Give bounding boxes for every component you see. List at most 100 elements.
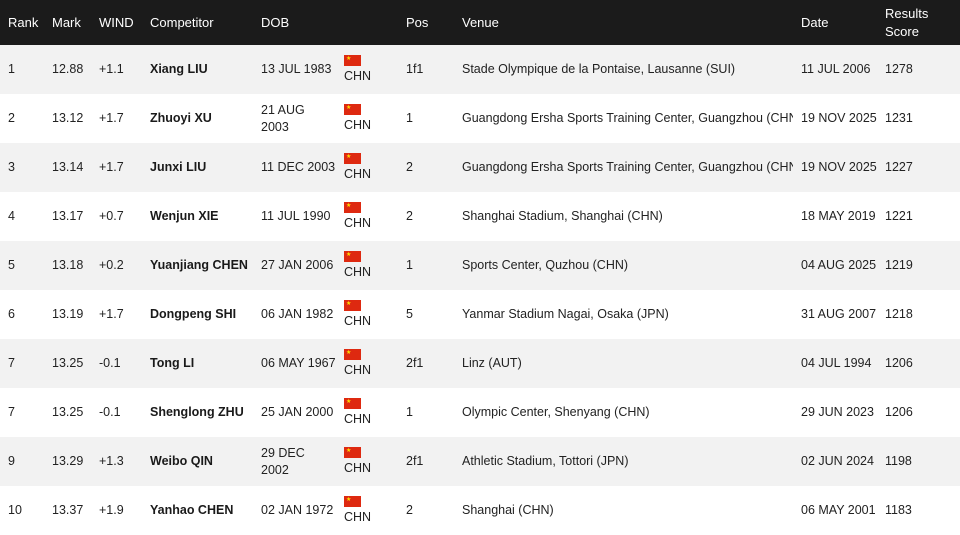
mark-cell: 13.17 [52, 209, 84, 223]
table-header-row: Rank Mark WIND Competitor DOB Pos Venue … [0, 0, 960, 45]
venue-cell: Guangdong Ersha Sports Training Center, … [462, 160, 793, 174]
pos-cell: 1 [406, 258, 413, 272]
score-cell: 1278 [885, 62, 913, 76]
table-row[interactable]: 4 13.17 +0.7 Wenjun XIE 11 JUL 1990 CHN … [0, 192, 960, 241]
nationality-cell: CHN [336, 94, 398, 143]
header-venue[interactable]: Venue [454, 0, 793, 45]
venue-cell: Athletic Stadium, Tottori (JPN) [462, 454, 629, 468]
mark-cell: 13.12 [52, 111, 84, 125]
venue-cell: Linz (AUT) [462, 356, 522, 370]
dob-cell: 06 JAN 1982 [261, 307, 334, 321]
dob-cell: 13 JUL 1983 [261, 62, 332, 76]
table-row[interactable]: 1 12.88 +1.1 Xiang LIU 13 JUL 1983 CHN 1… [0, 45, 960, 94]
table-row[interactable]: 2 13.12 +1.7 Zhuoyi XU 21 AUG 2003 CHN 1… [0, 94, 960, 143]
competitor-link[interactable]: Shenglong ZHU [142, 388, 253, 437]
score-cell: 1218 [885, 307, 913, 321]
competitor-link[interactable]: Wenjun XIE [142, 192, 253, 241]
header-competitor[interactable]: Competitor [142, 0, 253, 45]
china-flag-icon [344, 201, 361, 213]
date-cell: 06 MAY 2001 [801, 503, 876, 517]
venue-cell: Shanghai Stadium, Shanghai (CHN) [462, 209, 663, 223]
table-row[interactable]: 3 13.14 +1.7 Junxi LIU 11 DEC 2003 CHN 2… [0, 143, 960, 192]
competitor-link[interactable]: Dongpeng SHI [142, 290, 253, 339]
competitor-link[interactable]: Yuanjiang CHEN [142, 241, 253, 290]
table-row[interactable]: 10 13.37 +1.9 Yanhao CHEN 02 JAN 1972 CH… [0, 486, 960, 535]
competitor-link[interactable]: Yanhao CHEN [142, 486, 253, 535]
nationality-cell: CHN [336, 486, 398, 535]
venue-cell: Stade Olympique de la Pontaise, Lausanne… [462, 62, 736, 76]
rank-cell: 6 [8, 307, 15, 321]
rank-cell: 4 [8, 209, 15, 223]
nationality-code: CHN [344, 117, 372, 132]
nationality-cell: CHN [336, 388, 398, 437]
wind-cell: +1.7 [99, 111, 124, 125]
mark-cell: 13.25 [52, 405, 84, 419]
score-cell: 1221 [885, 209, 913, 223]
header-results-score[interactable]: Results Score [877, 0, 960, 45]
mark-cell: 12.88 [52, 62, 84, 76]
table-row[interactable]: 5 13.18 +0.2 Yuanjiang CHEN 27 JAN 2006 … [0, 241, 960, 290]
mark-cell: 13.18 [52, 258, 84, 272]
header-mark[interactable]: Mark [44, 0, 91, 45]
competitor-link[interactable]: Tong LI [142, 339, 253, 388]
competitor-link[interactable]: Junxi LIU [142, 143, 253, 192]
nationality-code: CHN [344, 509, 372, 524]
china-flag-icon [344, 495, 361, 507]
score-cell: 1198 [885, 454, 912, 468]
date-cell: 29 JUN 2023 [801, 405, 874, 419]
date-cell: 04 AUG 2025 [801, 258, 877, 272]
nationality-cell: CHN [336, 290, 398, 339]
wind-cell: +1.3 [99, 454, 124, 468]
nationality-cell: CHN [336, 339, 398, 388]
pos-cell: 2 [406, 209, 413, 223]
nationality-cell: CHN [336, 45, 398, 94]
results-table-body: 1 12.88 +1.1 Xiang LIU 13 JUL 1983 CHN 1… [0, 45, 960, 535]
date-cell: 31 AUG 2007 [801, 307, 877, 321]
china-flag-icon [344, 446, 361, 458]
competitor-link[interactable]: Weibo QIN [142, 437, 253, 486]
wind-cell: +1.1 [99, 62, 124, 76]
nationality-cell: CHN [336, 143, 398, 192]
pos-cell: 5 [406, 307, 413, 321]
score-cell: 1206 [885, 405, 913, 419]
competitor-link[interactable]: Zhuoyi XU [142, 94, 253, 143]
rank-cell: 9 [8, 454, 15, 468]
pos-cell: 1 [406, 405, 413, 419]
nationality-code: CHN [344, 411, 372, 426]
pos-cell: 1f1 [406, 62, 424, 76]
score-cell: 1219 [885, 258, 913, 272]
rank-cell: 7 [8, 356, 15, 370]
table-row[interactable]: 6 13.19 +1.7 Dongpeng SHI 06 JAN 1982 CH… [0, 290, 960, 339]
header-wind[interactable]: WIND [91, 0, 142, 45]
header-pos[interactable]: Pos [398, 0, 454, 45]
header-date[interactable]: Date [793, 0, 877, 45]
mark-cell: 13.19 [52, 307, 84, 321]
nationality-code: CHN [344, 264, 372, 279]
score-cell: 1231 [885, 111, 913, 125]
wind-cell: -0.1 [99, 405, 121, 419]
table-row[interactable]: 7 13.25 -0.1 Shenglong ZHU 25 JAN 2000 C… [0, 388, 960, 437]
header-dob[interactable]: DOB [253, 0, 336, 45]
competitor-link[interactable]: Xiang LIU [142, 45, 253, 94]
date-cell: 04 JUL 1994 [801, 356, 872, 370]
dob-cell: 11 JUL 1990 [261, 209, 331, 223]
china-flag-icon [344, 103, 361, 115]
table-row[interactable]: 9 13.29 +1.3 Weibo QIN 29 DEC 2002 CHN 2… [0, 437, 960, 486]
china-flag-icon [344, 348, 361, 360]
nationality-cell: CHN [336, 192, 398, 241]
table-row[interactable]: 7 13.25 -0.1 Tong LI 06 MAY 1967 CHN 2f1… [0, 339, 960, 388]
nationality-code: CHN [344, 362, 372, 377]
rank-cell: 7 [8, 405, 15, 419]
rank-cell: 3 [8, 160, 15, 174]
wind-cell: +1.9 [99, 503, 124, 517]
nationality-code: CHN [344, 460, 372, 475]
dob-cell: 06 MAY 1967 [261, 356, 336, 370]
score-cell: 1183 [885, 503, 912, 517]
pos-cell: 2 [406, 503, 413, 517]
rank-cell: 2 [8, 111, 15, 125]
venue-cell: Shanghai (CHN) [462, 503, 554, 517]
rank-cell: 1 [8, 62, 15, 76]
venue-cell: Sports Center, Quzhou (CHN) [462, 258, 629, 272]
header-rank[interactable]: Rank [0, 0, 44, 45]
dob-cell: 11 DEC 2003 [261, 160, 336, 174]
